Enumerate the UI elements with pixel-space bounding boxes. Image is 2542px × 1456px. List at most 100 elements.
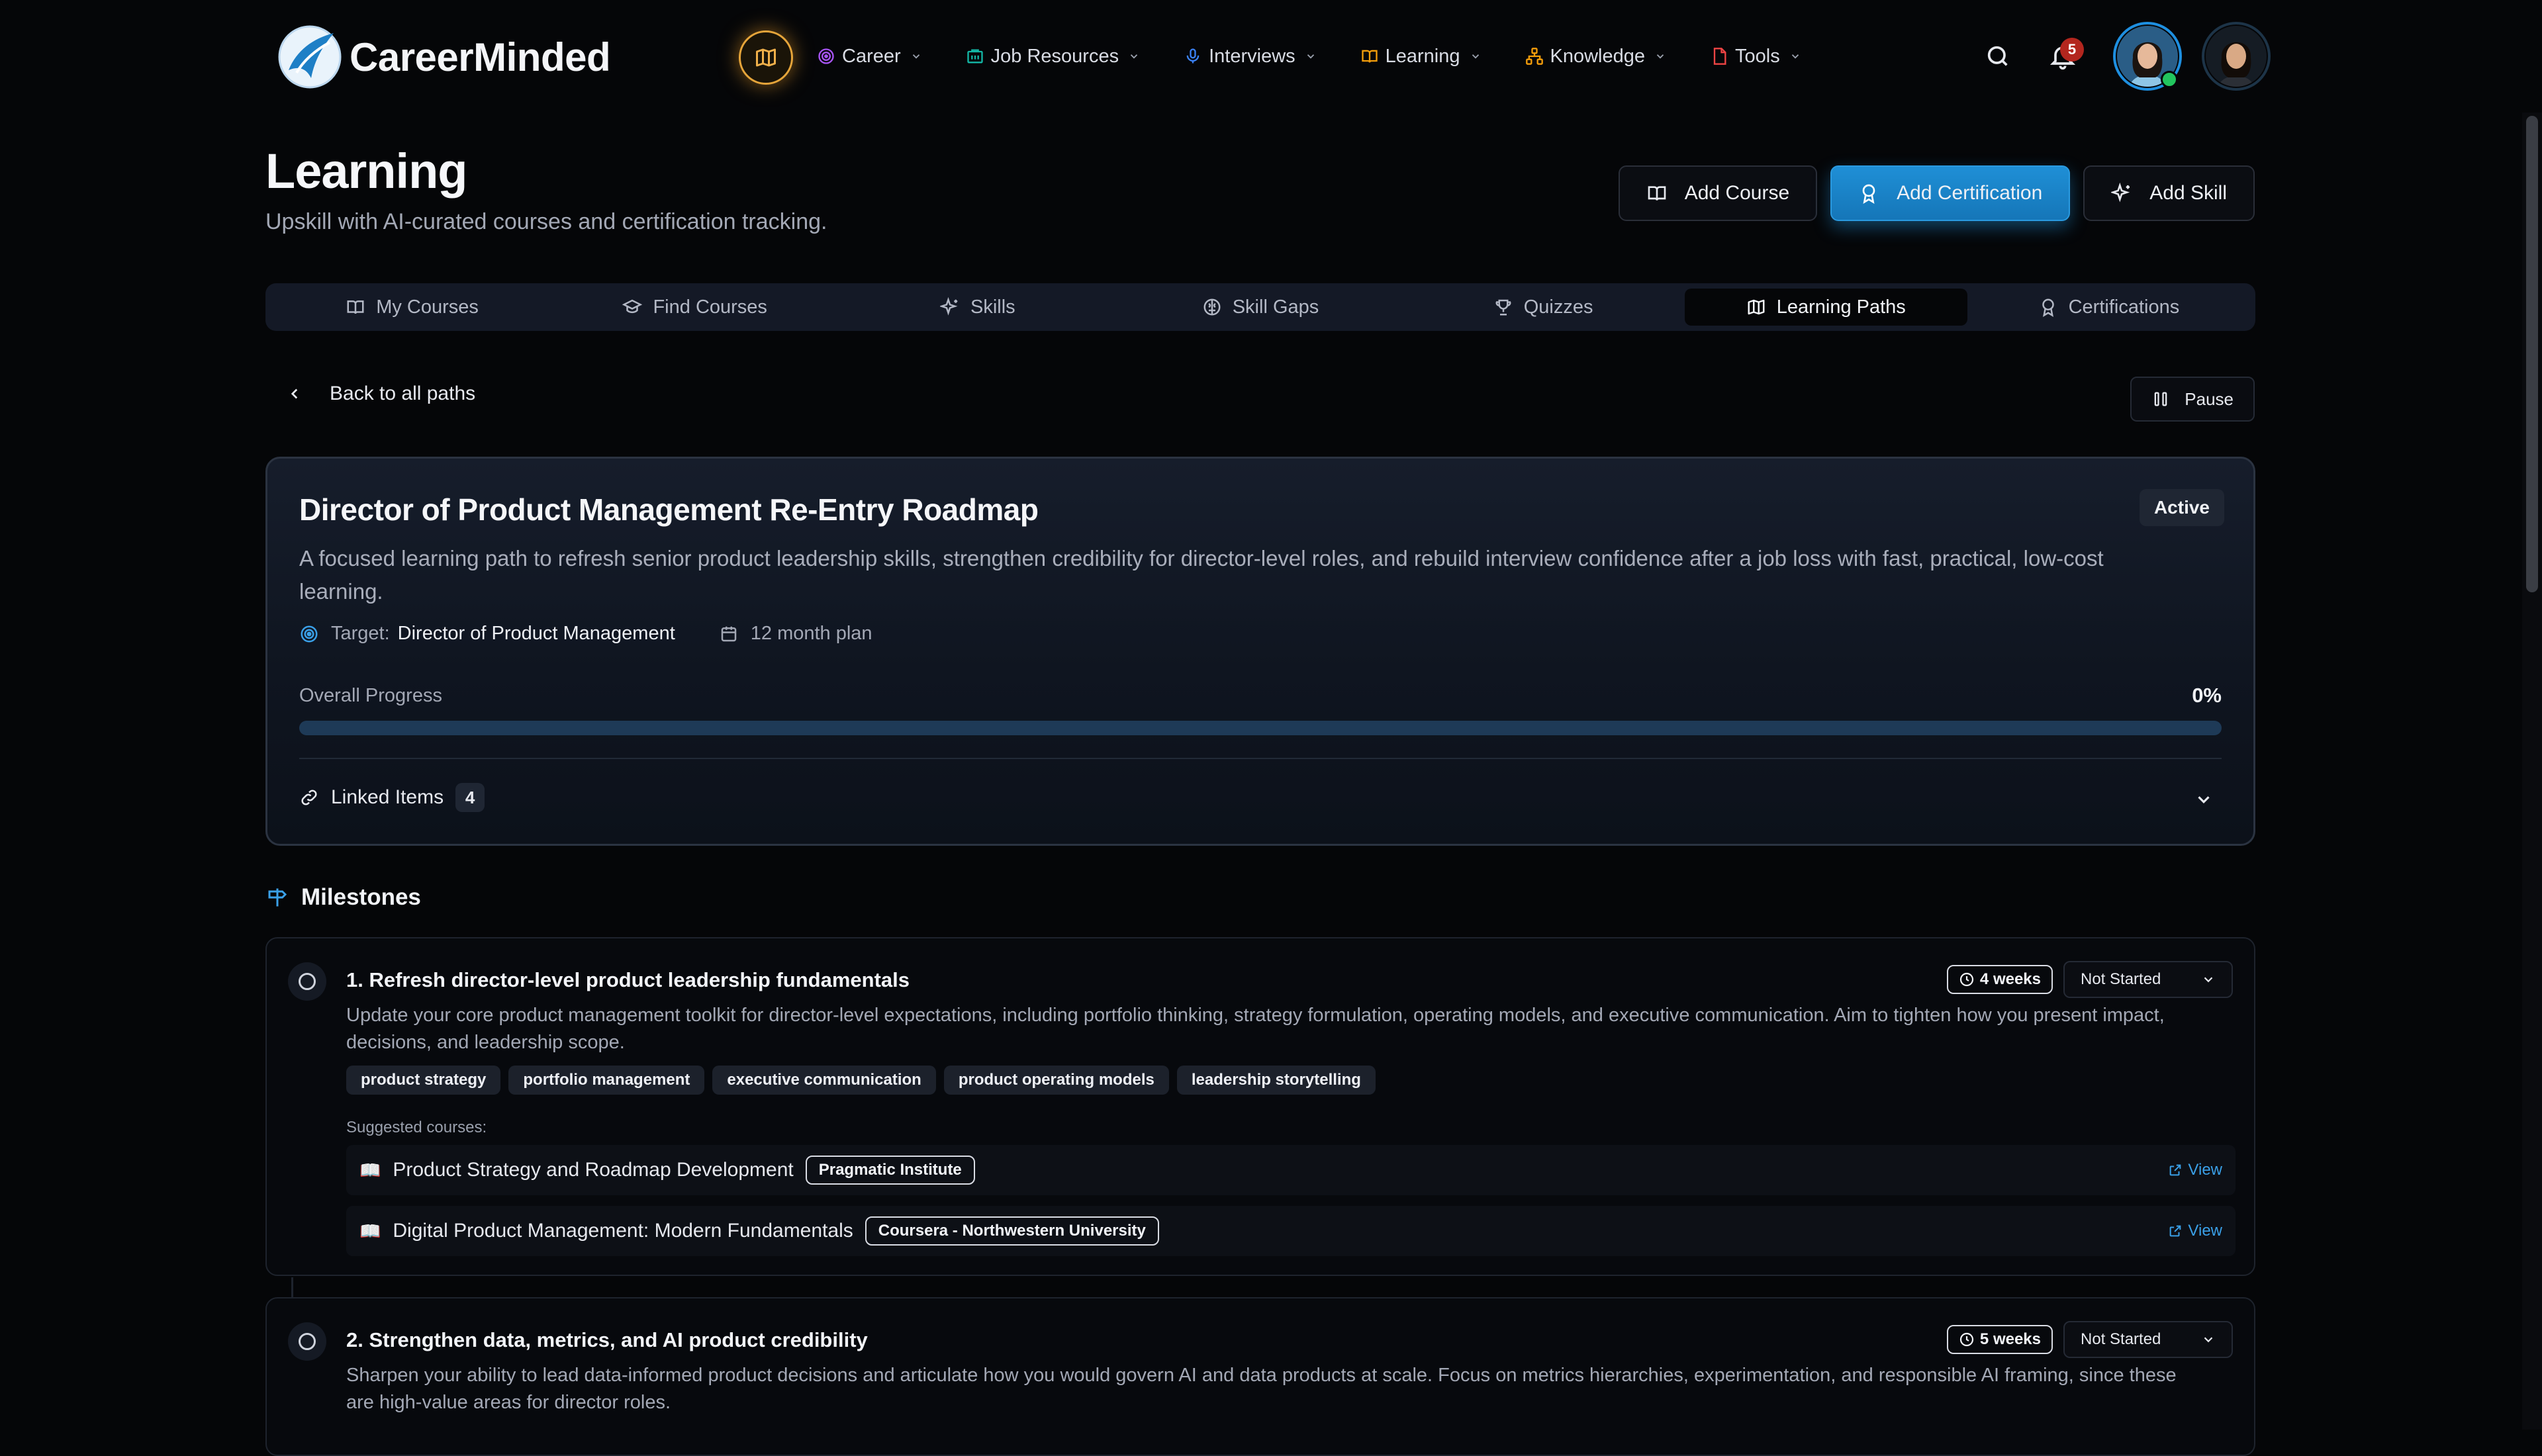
progress-value: 0% [2192, 684, 2222, 707]
link-icon [301, 790, 317, 805]
main-menu: Career Job Resources Interviews Learning… [817, 38, 1845, 74]
tab-skills[interactable]: Skills [836, 289, 1119, 326]
duration-badge: 4 weeks [1946, 965, 2053, 994]
graduation-cap-icon [622, 299, 643, 314]
calendar-icon [721, 626, 737, 641]
external-link-icon [2170, 1225, 2181, 1237]
nav-career-label: Career [842, 45, 901, 67]
chevron-down-icon [1656, 54, 1664, 59]
search-button[interactable] [1974, 32, 2022, 80]
external-link-icon [2170, 1164, 2181, 1176]
nav-interviews-label: Interviews [1209, 45, 1295, 67]
divider [299, 758, 2222, 759]
header-actions: Add Course Add Certification Add Skill [1618, 165, 2255, 221]
linked-items-label: Linked Items [331, 786, 444, 808]
nav-actions: 5 [1974, 20, 2271, 93]
add-skill-button[interactable]: Add Skill [2083, 165, 2255, 221]
chevron-down-icon [1130, 54, 1138, 59]
nav-knowledge[interactable]: Knowledge [1525, 46, 1667, 68]
view-course-link[interactable]: View [2168, 1222, 2222, 1240]
building-icon [966, 49, 983, 64]
chevron-down-icon [1791, 54, 1799, 59]
brain-icon [1203, 298, 1221, 316]
nav-job-resources-label: Job Resources [990, 45, 1119, 67]
skill-tag: executive communication [712, 1066, 936, 1095]
course-provider: Coursera - Northwestern University [865, 1216, 1159, 1246]
brand-mark-icon [278, 25, 342, 89]
milestones-heading: Milestones [265, 884, 421, 911]
chevron-down-icon [2204, 977, 2213, 983]
award-icon [2042, 298, 2054, 317]
linked-items-toggle[interactable]: Linked Items 4 [299, 783, 485, 812]
trophy-icon [1495, 299, 1511, 316]
duration-label: 4 weeks [1979, 970, 2041, 988]
tab-learning-paths[interactable]: Learning Paths [1684, 289, 1967, 326]
milestone-status-select[interactable]: Not Started [2063, 961, 2233, 998]
nav-tools[interactable]: Tools [1710, 46, 1801, 68]
user-avatar[interactable] [2113, 22, 2182, 91]
tab-quizzes[interactable]: Quizzes [1402, 289, 1685, 326]
milestone-description: Sharpen your ability to lead data-inform… [346, 1365, 2177, 1413]
milestone-card: 1. Refresh director-level product leader… [265, 937, 2255, 1276]
learning-tabs: My Courses Find Courses Skills Skill Gap… [265, 283, 2255, 331]
nav-learning[interactable]: Learning [1360, 46, 1482, 68]
target-value: Director of Product Management [397, 623, 675, 644]
brand-logo[interactable]: CareerMinded [277, 24, 611, 90]
chevron-down-icon [1307, 54, 1314, 59]
back-to-paths-link[interactable]: Back to all paths [286, 383, 475, 405]
status-badge: Active [2139, 489, 2224, 526]
book-open-icon [1648, 186, 1666, 201]
award-icon [1862, 184, 1875, 204]
nav-learning-label: Learning [1385, 45, 1460, 67]
pause-button[interactable]: Pause [2130, 377, 2255, 422]
learning-path-card: Director of Product Management Re-Entry … [265, 457, 2255, 846]
tab-certifications[interactable]: Certifications [1967, 289, 2250, 326]
milestone-description: Update your core product management tool… [346, 1005, 2165, 1053]
nav-knowledge-label: Knowledge [1550, 45, 1646, 67]
status-value: Not Started [2081, 1330, 2161, 1348]
top-navigation: CareerMinded Career Job Resources Interv… [0, 0, 2522, 113]
view-course-link[interactable]: View [2168, 1161, 2222, 1179]
nav-career[interactable]: Career [817, 46, 922, 68]
tab-label: Find Courses [653, 296, 767, 318]
suggested-course: 📖 Product Strategy and Roadmap Developme… [346, 1145, 2236, 1195]
tab-label: Quizzes [1523, 296, 1593, 318]
milestone-status-select[interactable]: Not Started [2063, 1321, 2233, 1358]
skill-tag: product operating models [943, 1066, 1169, 1095]
tab-skill-gaps[interactable]: Skill Gaps [1119, 289, 1401, 326]
nav-job-resources[interactable]: Job Resources [966, 46, 1140, 68]
notifications-button[interactable]: 5 [2039, 32, 2087, 80]
milestones-title: Milestones [301, 884, 421, 910]
progress-label: Overall Progress [299, 685, 442, 706]
nav-interviews[interactable]: Interviews [1184, 46, 1317, 68]
document-icon [1713, 48, 1726, 65]
scrollbar-thumb[interactable] [2526, 116, 2538, 592]
brand-name: CareerMinded [350, 34, 611, 79]
milestone-card: 2. Strengthen data, metrics, and AI prod… [265, 1297, 2255, 1456]
tab-label: Skill Gaps [1232, 296, 1319, 318]
sparkles-icon [940, 297, 958, 316]
chevron-down-icon[interactable] [2194, 790, 2214, 809]
milestone-status-toggle[interactable] [288, 1322, 326, 1361]
course-name: Digital Product Management: Modern Funda… [393, 1220, 853, 1242]
book-icon [1361, 50, 1378, 63]
suggested-courses-label: Suggested courses: [346, 1118, 487, 1136]
book-icon: 📖 [359, 1220, 381, 1241]
tab-my-courses[interactable]: My Courses [271, 289, 553, 326]
tab-label: Learning Paths [1776, 296, 1906, 318]
status-value: Not Started [2081, 970, 2161, 988]
map-icon [756, 48, 776, 67]
milestone-status-toggle[interactable] [288, 962, 326, 1001]
page-title: Learning [265, 144, 467, 199]
target-icon [818, 48, 834, 64]
roadmap-button[interactable] [739, 30, 793, 85]
profile-avatar[interactable] [2202, 22, 2271, 91]
tab-find-courses[interactable]: Find Courses [553, 289, 836, 326]
clock-icon [1959, 972, 1974, 987]
add-course-button[interactable]: Add Course [1618, 165, 1818, 221]
chevron-down-icon [912, 54, 919, 59]
skill-tag: product strategy [346, 1066, 501, 1095]
path-description: A focused learning path to refresh senio… [299, 546, 2104, 604]
add-certification-button[interactable]: Add Certification [1830, 165, 2071, 221]
milestone-title: 2. Strengthen data, metrics, and AI prod… [346, 1328, 868, 1351]
